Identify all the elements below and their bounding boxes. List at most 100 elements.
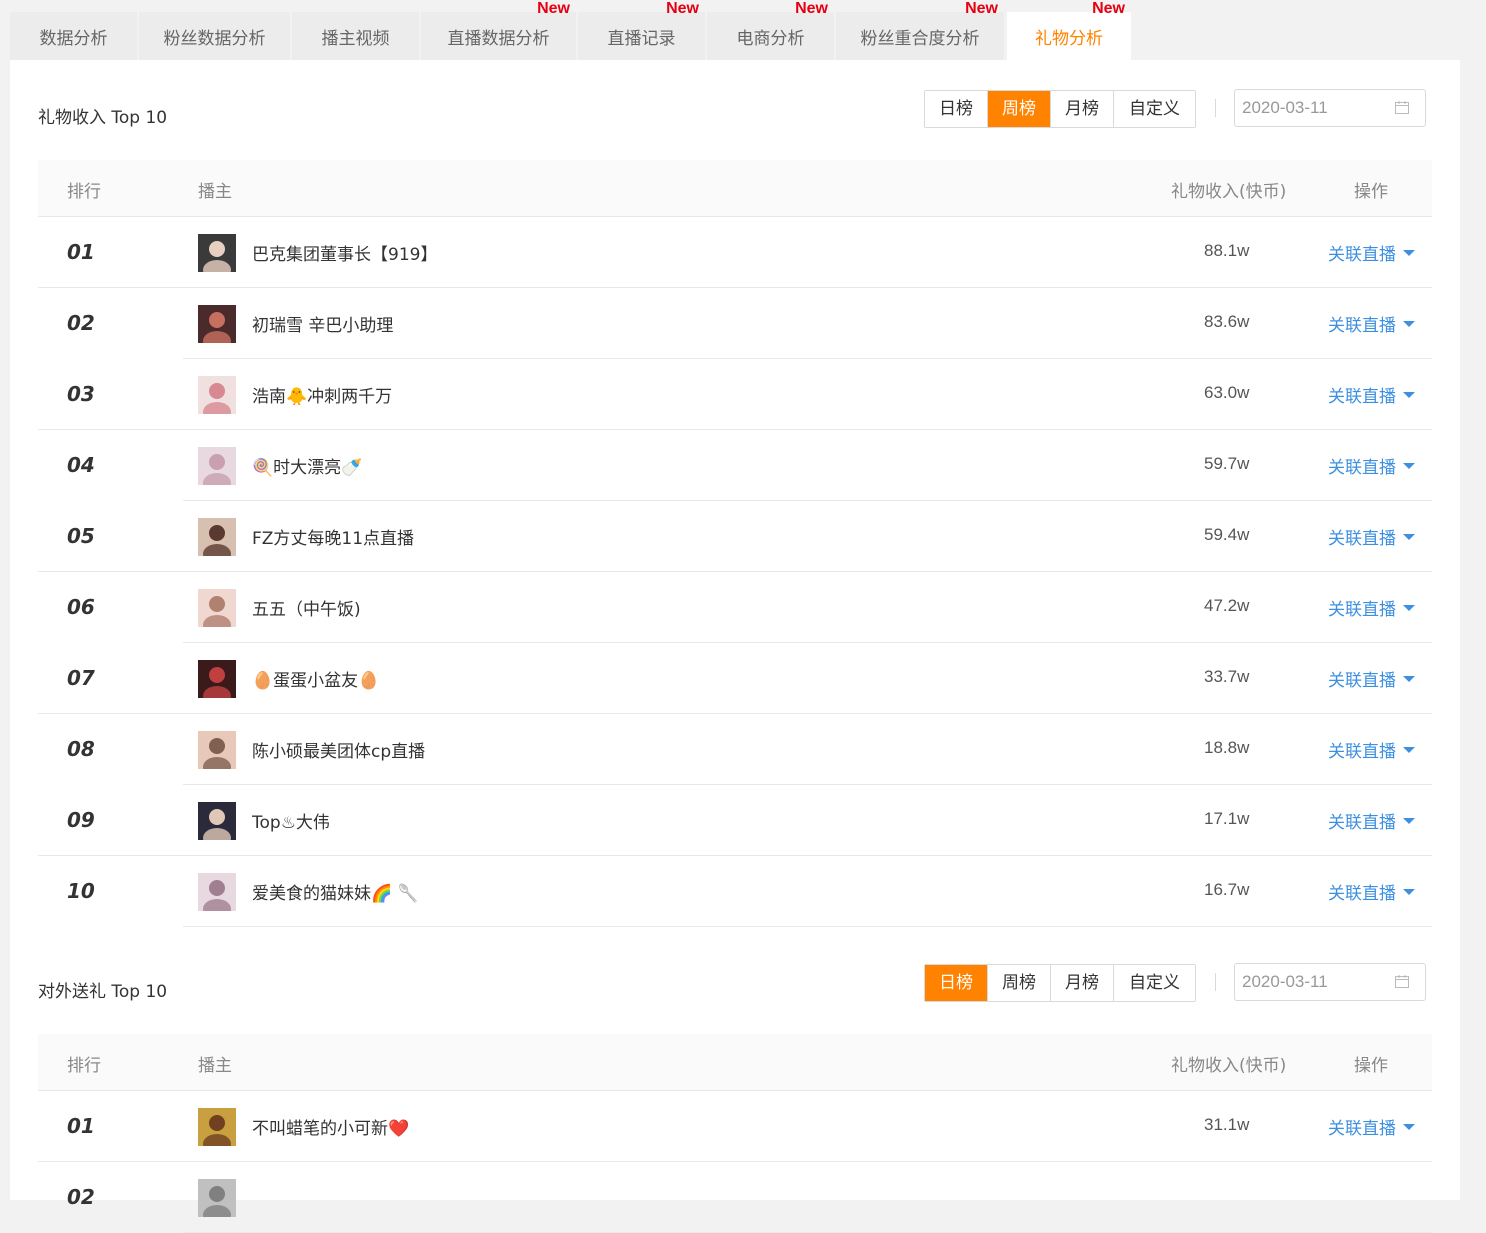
- tab-0[interactable]: 数据分析: [10, 12, 137, 60]
- caret-down-icon: [1403, 249, 1415, 256]
- avatar[interactable]: [198, 305, 236, 343]
- related-live-dropdown[interactable]: 关联直播: [1328, 666, 1415, 691]
- tab-bar: 数据分析 粉丝数据分析 播主视频 直播数据分析 New 直播记录 New 电商分析 New 粉丝重…: [10, 0, 1470, 60]
- avatar[interactable]: [198, 1108, 236, 1146]
- rank-number: 03: [67, 382, 95, 406]
- anchor-name[interactable]: 🥚蛋蛋小盆友🥚: [252, 666, 379, 691]
- avatar[interactable]: [198, 234, 236, 272]
- caret-down-icon: [1403, 888, 1415, 895]
- range-button-3[interactable]: 自定义: [1114, 91, 1195, 127]
- avatar[interactable]: [198, 589, 236, 627]
- tab-label: 礼物分析: [1035, 28, 1103, 49]
- anchor-name[interactable]: 🍭时大漂亮🍼: [252, 453, 362, 478]
- anchor-name[interactable]: FZ方丈每晚11点直播: [252, 524, 414, 549]
- avatar[interactable]: [198, 873, 236, 911]
- range-button-2[interactable]: 月榜: [1051, 91, 1114, 127]
- tab-label: 粉丝数据分析: [163, 28, 266, 49]
- tab-label: 电商分析: [736, 28, 805, 49]
- related-live-dropdown[interactable]: 关联直播: [1328, 382, 1415, 407]
- range-button-0[interactable]: 日榜: [925, 91, 988, 127]
- column-header-income: 礼物收入(快币): [1171, 182, 1287, 202]
- avatar[interactable]: [198, 802, 236, 840]
- related-live-dropdown[interactable]: 关联直播: [1328, 879, 1415, 904]
- tab-5[interactable]: 电商分析 New: [707, 0, 834, 60]
- divider: [1215, 973, 1216, 991]
- new-badge: New: [666, 0, 699, 17]
- related-live-label: 关联直播: [1328, 245, 1396, 265]
- related-live-dropdown[interactable]: 关联直播: [1328, 453, 1415, 478]
- caret-down-icon: [1403, 1123, 1415, 1130]
- table-row: 02: [38, 1162, 1432, 1233]
- tab-6[interactable]: 粉丝重合度分析 New: [836, 0, 1004, 60]
- content-card: 礼物收入 Top 10 日榜 周榜 月榜 自定义 2020-03-11 排行 播主 礼物收入(快…: [10, 60, 1460, 1233]
- related-live-dropdown[interactable]: 关联直播: [1328, 240, 1415, 265]
- table-row: 02 初瑞雪 辛巴小助理 83.6w 关联直播: [38, 288, 1432, 359]
- range-button-0[interactable]: 日榜: [925, 965, 988, 1001]
- tab-label: 数据分析: [39, 28, 108, 49]
- tab-4[interactable]: 直播记录 New: [578, 0, 705, 60]
- avatar[interactable]: [198, 1179, 236, 1217]
- rank-number: 10: [67, 879, 95, 903]
- anchor-name[interactable]: 初瑞雪 辛巴小助理: [252, 311, 393, 336]
- date-value: 2020-03-11: [1242, 972, 1328, 991]
- avatar[interactable]: [198, 376, 236, 414]
- tab-1[interactable]: 粉丝数据分析: [139, 12, 290, 60]
- related-live-dropdown[interactable]: 关联直播: [1328, 1114, 1415, 1139]
- anchor-name[interactable]: 陈小硕最美团体cp直播: [252, 737, 425, 762]
- avatar[interactable]: [198, 447, 236, 485]
- caret-down-icon: [1403, 320, 1415, 327]
- related-live-label: 关联直播: [1328, 813, 1396, 833]
- caret-down-icon: [1403, 675, 1415, 682]
- anchor-name[interactable]: 爱美食的猫妹妹🌈 🥄: [252, 879, 419, 904]
- date-picker[interactable]: 2020-03-11: [1234, 89, 1426, 127]
- related-live-label: 关联直播: [1328, 671, 1396, 691]
- related-live-dropdown[interactable]: 关联直播: [1328, 808, 1415, 833]
- rank-number: 01: [67, 1114, 95, 1138]
- calendar-icon: [1395, 975, 1409, 988]
- tab-label: 粉丝重合度分析: [860, 28, 980, 49]
- gift-income-value: 17.1w: [1204, 809, 1250, 828]
- tab-label: 直播记录: [607, 28, 676, 49]
- related-live-dropdown[interactable]: 关联直播: [1328, 737, 1415, 762]
- caret-down-icon: [1403, 604, 1415, 611]
- tab-3[interactable]: 直播数据分析 New: [421, 0, 576, 60]
- avatar[interactable]: [198, 731, 236, 769]
- table-row: 10 爱美食的猫妹妹🌈 🥄 16.7w 关联直播: [38, 856, 1432, 927]
- section-title: 礼物收入 Top 10: [38, 108, 168, 128]
- anchor-name[interactable]: 五五（中午饭): [252, 595, 361, 620]
- range-button-3[interactable]: 自定义: [1114, 965, 1195, 1001]
- table-header: 排行 播主 礼物收入(快币) 操作: [38, 160, 1432, 217]
- anchor-name[interactable]: 不叫蜡笔的小可新❤️: [252, 1114, 409, 1139]
- related-live-dropdown[interactable]: 关联直播: [1328, 311, 1415, 336]
- gift-income-value: 59.4w: [1204, 525, 1250, 544]
- ranking-table: 排行 播主 礼物收入(快币) 操作 01 不叫蜡笔的小可新❤️ 31.1w 关联直播 02: [38, 1034, 1432, 1233]
- gift-income-value: 47.2w: [1204, 596, 1250, 615]
- range-selector: 日榜 周榜 月榜 自定义: [924, 964, 1196, 1002]
- rank-number: 07: [67, 666, 95, 690]
- related-live-dropdown[interactable]: 关联直播: [1328, 595, 1415, 620]
- rank-number: 04: [67, 453, 95, 477]
- avatar[interactable]: [198, 660, 236, 698]
- new-badge: New: [1092, 0, 1125, 17]
- date-picker[interactable]: 2020-03-11: [1234, 963, 1426, 1001]
- anchor-name[interactable]: Top♨大伟: [252, 808, 330, 833]
- related-live-dropdown[interactable]: 关联直播: [1328, 524, 1415, 549]
- caret-down-icon: [1403, 817, 1415, 824]
- range-button-2[interactable]: 月榜: [1051, 965, 1114, 1001]
- range-button-1[interactable]: 周榜: [988, 965, 1051, 1001]
- tab-2[interactable]: 播主视频: [292, 12, 419, 60]
- caret-down-icon: [1403, 746, 1415, 753]
- table-row: 03 浩南🐥冲刺两千万 63.0w 关联直播: [38, 359, 1432, 430]
- table-row: 06 五五（中午饭) 47.2w 关联直播: [38, 572, 1432, 643]
- table-header: 排行 播主 礼物收入(快币) 操作: [38, 1034, 1432, 1091]
- table-row: 09 Top♨大伟 17.1w 关联直播: [38, 785, 1432, 856]
- column-header-action: 操作: [1354, 1056, 1388, 1076]
- anchor-name[interactable]: 巴克集团董事长【919】: [252, 240, 437, 265]
- gift-income-value: 63.0w: [1204, 383, 1250, 402]
- avatar[interactable]: [198, 518, 236, 556]
- tab-7[interactable]: 礼物分析 New: [1007, 0, 1131, 60]
- range-button-1[interactable]: 周榜: [988, 91, 1051, 127]
- anchor-name[interactable]: 浩南🐥冲刺两千万: [252, 382, 392, 407]
- table-row: 08 陈小硕最美团体cp直播 18.8w 关联直播: [38, 714, 1432, 785]
- gift-income-value: 16.7w: [1204, 880, 1250, 899]
